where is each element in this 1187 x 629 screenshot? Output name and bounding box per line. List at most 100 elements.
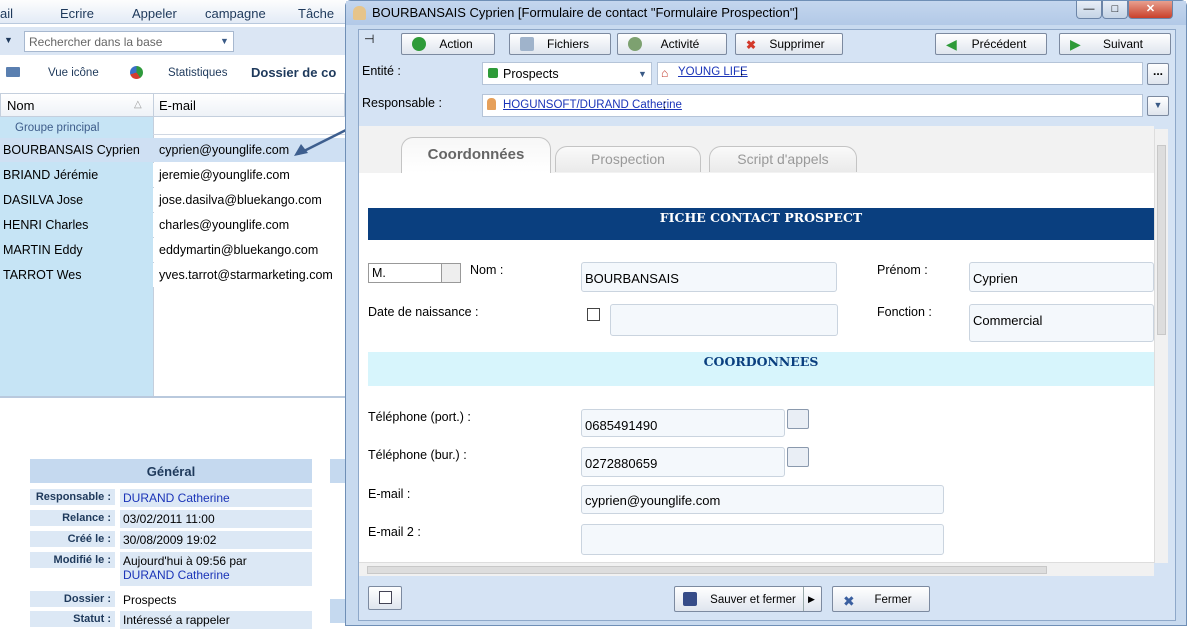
tel-bur-input[interactable]: 0272880659: [581, 447, 785, 477]
contact-icon: [353, 6, 366, 20]
main-toolbar: ail Ecrire Appeler campagne Tâche: [0, 0, 345, 24]
entite-link-field: ⌂ YOUNG LIFE ;: [657, 62, 1143, 85]
paperclip-icon: [520, 37, 534, 51]
col-nom[interactable]: Nom: [7, 98, 34, 113]
precedent-button[interactable]: ◀ Précédent: [935, 33, 1047, 55]
responsable-link[interactable]: HOGUNSOFT/DURAND Catherine: [503, 99, 682, 111]
tel-port-input[interactable]: 0685491490: [581, 409, 785, 437]
supprimer-button[interactable]: ✖ Supprimer: [735, 33, 843, 55]
tab-script-appels[interactable]: Script d'appels: [709, 146, 857, 172]
civilite-select[interactable]: M.: [368, 263, 461, 283]
row-email: jose.dasilva@bluekango.com: [153, 188, 345, 212]
tel-bur-label: Téléphone (bur.) :: [368, 448, 467, 462]
table-row[interactable]: MARTIN Eddy eddymartin@bluekango.com: [0, 238, 345, 263]
entite-label: Entité :: [362, 64, 401, 78]
nom-input[interactable]: BOURBANSAIS: [581, 262, 837, 292]
modifie-user[interactable]: DURAND Catherine: [123, 568, 309, 582]
naissance-label: Date de naissance :: [368, 305, 479, 319]
row-email: eddymartin@bluekango.com: [153, 238, 345, 262]
action-button[interactable]: Action: [401, 33, 495, 55]
home-icon: ⌂: [661, 66, 669, 80]
naissance-input[interactable]: [610, 304, 838, 336]
arrow-left-icon: ◀: [946, 36, 957, 52]
table-row[interactable]: DASILVA Jose jose.dasilva@bluekango.com: [0, 188, 345, 213]
tel-port-label: Téléphone (port.) :: [368, 410, 471, 424]
tab-prospection[interactable]: Prospection: [555, 146, 701, 172]
view-nav: Vue icône Statistiques Dossier de co: [0, 60, 345, 88]
ecrire-button[interactable]: Ecrire: [60, 6, 94, 21]
dossier-value: Prospects: [120, 591, 312, 609]
entite-link[interactable]: YOUNG LIFE: [678, 66, 748, 78]
fermer-button[interactable]: ✖ Fermer: [832, 586, 930, 612]
table-row[interactable]: TARROT Wes yves.tarrot@starmarketing.com: [0, 263, 345, 288]
appeler-button[interactable]: Appeler: [132, 6, 177, 21]
vertical-scrollbar[interactable]: [1154, 129, 1168, 563]
email2-label: E-mail 2 :: [368, 525, 421, 539]
card-icon: [6, 67, 20, 77]
save-close-button[interactable]: Sauver et fermer ▶: [674, 586, 822, 612]
responsable-label: Responsable :: [30, 489, 115, 505]
v-scroll-thumb[interactable]: [1157, 145, 1166, 335]
responsable-dropdown-button[interactable]: ▼: [1147, 96, 1169, 116]
entite-separator: ;: [740, 66, 744, 78]
status-green-icon: [488, 68, 498, 78]
clock-icon: [628, 37, 642, 51]
email2-input[interactable]: [581, 524, 944, 555]
suivant-button[interactable]: ▶ Suivant: [1059, 33, 1171, 55]
minimize-button[interactable]: —: [1076, 1, 1102, 19]
phone-dial-icon[interactable]: [787, 409, 809, 429]
col-email[interactable]: E-mail: [159, 98, 196, 113]
row-nom: DASILVA Jose: [0, 188, 153, 212]
responsable-field: HOGUNSOFT/DURAND Catherine ;: [482, 94, 1143, 117]
civilite-dropdown-icon[interactable]: [441, 264, 460, 282]
row-email: charles@younglife.com: [153, 213, 345, 237]
split-arrow-icon[interactable]: ▶: [808, 587, 815, 611]
chevron-down-icon[interactable]: ▼: [4, 35, 13, 45]
statistiques-link[interactable]: Statistiques: [168, 67, 227, 79]
h-scroll-thumb[interactable]: [367, 566, 1047, 574]
delete-x-icon: ✖: [746, 38, 757, 52]
coordonnees-header: COORDONNEES: [368, 352, 1154, 386]
table-row[interactable]: BRIAND Jérémie jeremie@younglife.com: [0, 163, 345, 188]
more-button[interactable]: ...: [1147, 63, 1169, 85]
user-icon: [487, 98, 496, 110]
table-row[interactable]: HENRI Charles charles@younglife.com: [0, 213, 345, 238]
row-nom: HENRI Charles: [0, 213, 153, 237]
fichiers-button[interactable]: Fichiers: [509, 33, 611, 55]
pin-icon[interactable]: ⊣: [364, 32, 374, 46]
fonction-input[interactable]: Commercial: [969, 304, 1154, 342]
prenom-input[interactable]: Cyprien: [969, 262, 1154, 292]
search-input[interactable]: Rechercher dans la base: [24, 31, 234, 52]
cree-label: Créé le :: [30, 531, 115, 547]
responsable-value[interactable]: DURAND Catherine: [120, 489, 312, 507]
modifie-date: Aujourd'hui à 09:56 par: [123, 554, 247, 568]
tache-button[interactable]: Tâche: [298, 6, 334, 21]
activite-button[interactable]: Activité: [617, 33, 727, 55]
dialog-title: BOURBANSAIS Cyprien [Formulaire de conta…: [372, 5, 799, 20]
naissance-checkbox[interactable]: [587, 308, 600, 321]
vue-icone-link[interactable]: Vue icône: [48, 67, 99, 79]
maximize-button[interactable]: □: [1102, 1, 1128, 19]
campagne-button[interactable]: campagne: [205, 6, 266, 21]
entite-select[interactable]: Prospects ▼: [482, 62, 652, 85]
responsable-separator: ;: [663, 99, 667, 111]
statut-label: Statut :: [30, 611, 115, 627]
horizontal-scrollbar[interactable]: [359, 562, 1154, 576]
form-area: Coordonnées Prospection Script d'appels …: [359, 126, 1154, 576]
print-button[interactable]: [368, 586, 402, 610]
chevron-down-icon[interactable]: ▼: [638, 69, 647, 79]
fiche-header: FICHE CONTACT PROSPECT: [368, 208, 1154, 240]
row-email: jeremie@younglife.com: [153, 163, 345, 187]
close-window-button[interactable]: ✕: [1128, 1, 1173, 19]
relance-label: Relance :: [30, 510, 115, 526]
mail-button[interactable]: ail: [0, 6, 13, 21]
detail-panel: Général Responsable : DURAND Catherine R…: [0, 398, 345, 629]
phone-dial-icon[interactable]: [787, 447, 809, 467]
split-divider: [803, 587, 804, 611]
cree-value: 30/08/2009 19:02: [120, 531, 312, 549]
tab-coordonnees[interactable]: Coordonnées: [401, 137, 551, 173]
search-dropdown-icon[interactable]: ▼: [220, 36, 229, 46]
email-input[interactable]: cyprien@younglife.com: [581, 485, 944, 514]
third-section-header: [330, 599, 345, 623]
arrow-right-icon: ▶: [1070, 36, 1081, 52]
